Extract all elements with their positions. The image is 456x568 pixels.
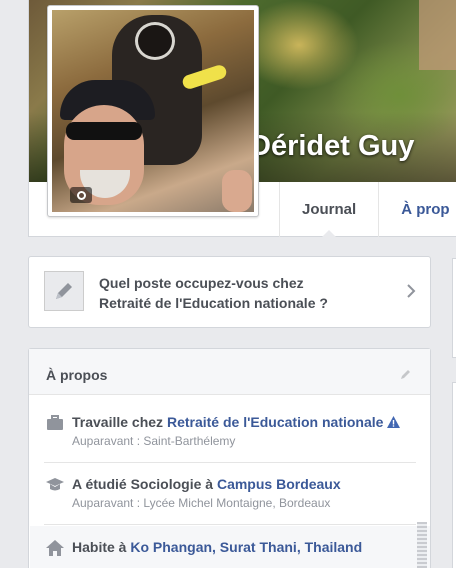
about-home-row: Habite à Ko Phangan, Surat Thani, Thaila… bbox=[30, 526, 430, 568]
work-employer-link[interactable]: Retraité de l'Education nationale bbox=[167, 414, 383, 430]
tab-about-label: À prop bbox=[401, 201, 450, 218]
work-line: Travaille chez Retraité de l'Education n… bbox=[72, 414, 401, 431]
job-prompt-card[interactable]: Quel poste occupez-vous chez Retraité de… bbox=[28, 256, 431, 328]
chevron-right-icon bbox=[406, 283, 416, 304]
active-tab-caret bbox=[321, 230, 338, 238]
tab-journal[interactable]: Journal bbox=[279, 182, 378, 238]
job-prompt-line2: Retraité de l'Education nationale ? bbox=[99, 295, 328, 311]
house-icon bbox=[46, 540, 64, 561]
job-prompt-question: Quel poste occupez-vous chez Retraité de… bbox=[99, 273, 399, 313]
profile-picture[interactable] bbox=[52, 10, 254, 212]
about-header: À propos bbox=[29, 349, 430, 395]
pencil-icon bbox=[44, 271, 84, 311]
profile-tabs: Journal À prop bbox=[279, 182, 450, 238]
graduation-cap-icon bbox=[46, 477, 64, 498]
home-prefix: Habite à bbox=[72, 539, 131, 555]
home-line: Habite à Ko Phangan, Surat Thani, Thaila… bbox=[72, 539, 362, 555]
camera-icon[interactable] bbox=[70, 187, 92, 203]
work-previous: Auparavant : Saint-Barthélemy bbox=[72, 434, 236, 448]
briefcase-icon bbox=[46, 415, 64, 436]
profile-name[interactable]: Déridet Guy bbox=[250, 130, 414, 163]
side-card-bottom bbox=[452, 382, 456, 568]
work-prefix: Travaille chez bbox=[72, 414, 167, 430]
about-education-row: A étudié Sociologie à Campus Bordeaux Au… bbox=[44, 469, 416, 525]
side-card-top bbox=[452, 258, 456, 358]
education-prefix: A étudié Sociologie à bbox=[72, 476, 217, 492]
job-prompt-line1: Quel poste occupez-vous chez bbox=[99, 275, 304, 291]
warning-icon[interactable] bbox=[387, 415, 401, 431]
profile-picture-frame bbox=[47, 5, 259, 217]
tab-about[interactable]: À prop bbox=[378, 182, 450, 237]
about-work-row: Travaille chez Retraité de l'Education n… bbox=[44, 407, 416, 463]
education-previous: Auparavant : Lycée Michel Montaigne, Bor… bbox=[72, 496, 331, 510]
about-title[interactable]: À propos bbox=[46, 367, 107, 383]
about-card: À propos Travaille chez Retraité de l'Ed… bbox=[28, 348, 431, 568]
scrollbar[interactable] bbox=[417, 522, 427, 568]
education-school-link[interactable]: Campus Bordeaux bbox=[217, 476, 341, 492]
edit-icon[interactable] bbox=[400, 367, 412, 383]
tab-journal-label: Journal bbox=[302, 201, 357, 218]
home-place-link[interactable]: Ko Phangan, Surat Thani, Thailand bbox=[130, 539, 362, 555]
education-line: A étudié Sociologie à Campus Bordeaux bbox=[72, 476, 341, 492]
